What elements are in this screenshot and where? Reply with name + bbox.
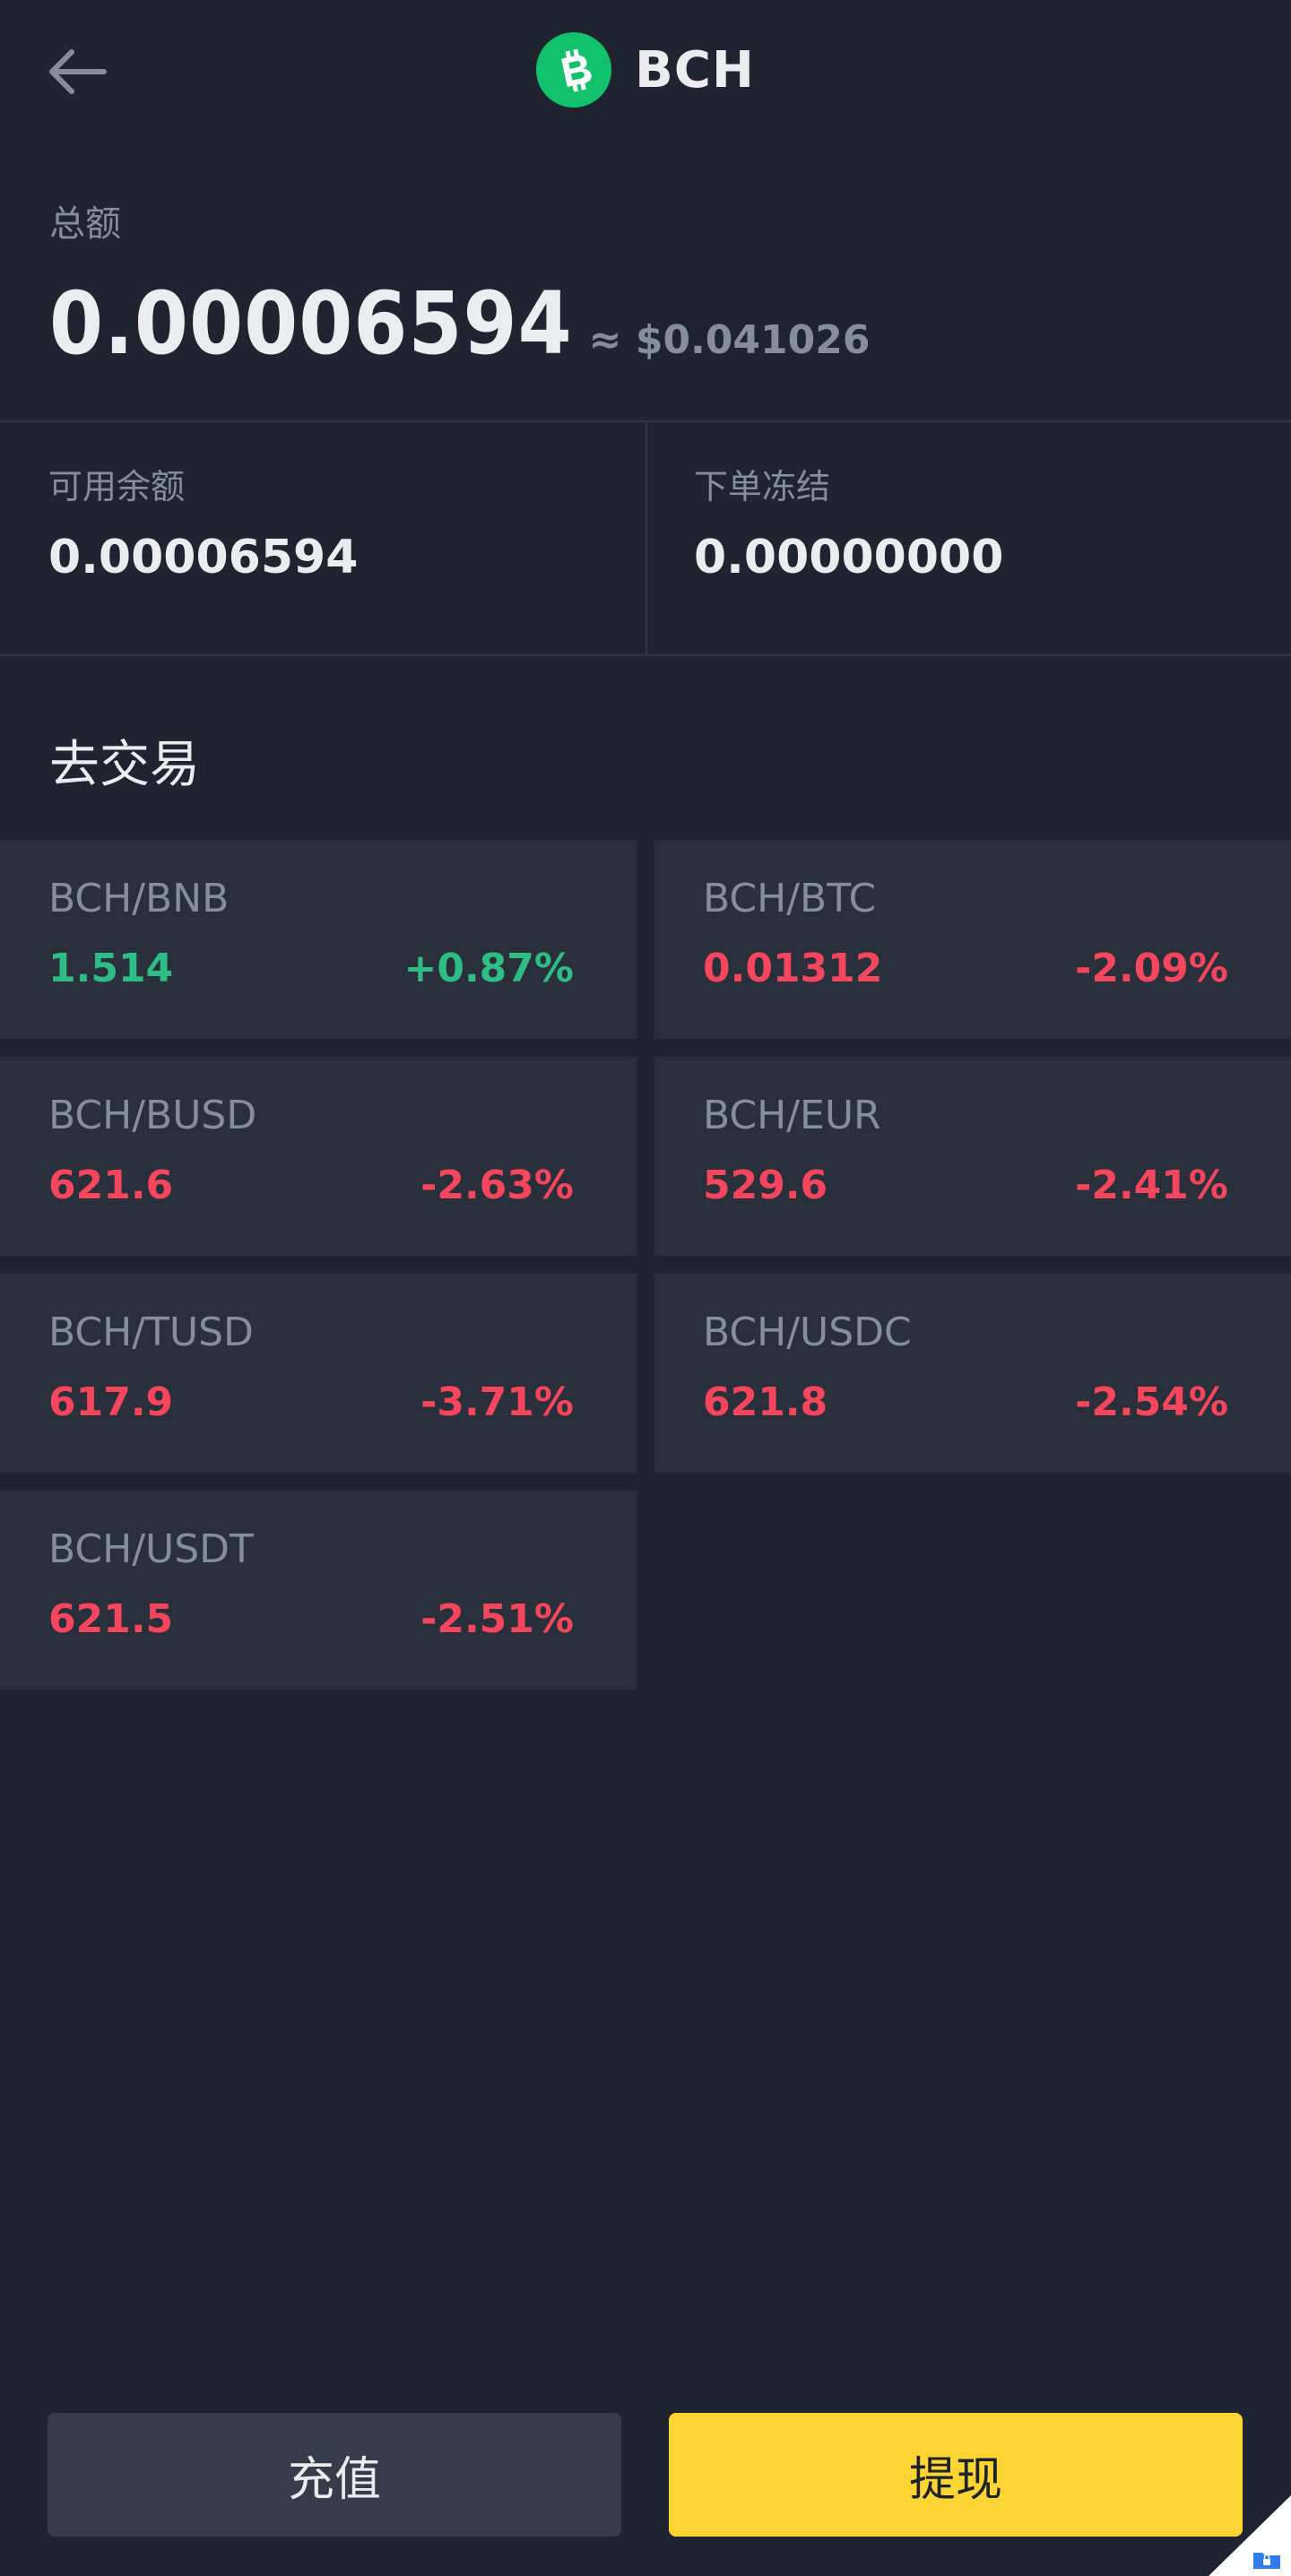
pair-price: 621.5 [48, 1596, 174, 1642]
total-row: 0.00006594 ≈ $0.041026 [49, 273, 870, 374]
bitcoin-cash-icon [536, 32, 612, 108]
pair-card-bch-tusd[interactable]: BCH/TUSD 617.9 -3.71% [0, 1274, 637, 1473]
trade-section-title: 去交易 [49, 736, 200, 794]
frozen-balance: 下单冻结 0.00000000 [646, 423, 1291, 654]
pair-name: BCH/BNB [48, 876, 230, 921]
pair-name: BCH/USDT [48, 1526, 254, 1572]
pair-price: 1.514 [48, 946, 174, 991]
pair-change: -2.54% [1075, 1379, 1228, 1425]
pair-name: BCH/BUSD [48, 1093, 257, 1138]
available-balance-value: 0.00006594 [48, 531, 359, 584]
frozen-balance-label: 下单冻结 [694, 467, 831, 506]
pair-price: 529.6 [703, 1163, 828, 1208]
total-value: 0.00006594 [49, 273, 573, 374]
deposit-button[interactable]: 充值 [48, 2413, 621, 2537]
frozen-balance-value: 0.00000000 [694, 531, 1004, 584]
divider [0, 654, 1291, 656]
page-title: BCH [635, 40, 755, 99]
pair-card-bch-busd[interactable]: BCH/BUSD 621.6 -2.63% [0, 1057, 637, 1256]
title-group: BCH [0, 32, 1291, 108]
pair-price: 621.6 [48, 1163, 174, 1208]
total-label: 总额 [49, 203, 121, 245]
pair-price: 621.8 [703, 1379, 828, 1425]
pair-card-bch-eur[interactable]: BCH/EUR 529.6 -2.41% [654, 1057, 1291, 1256]
pair-card-bch-usdt[interactable]: BCH/USDT 621.5 -2.51% [0, 1491, 637, 1690]
pair-price: 617.9 [48, 1379, 174, 1425]
available-balance-label: 可用余额 [48, 467, 186, 506]
pair-change: -2.41% [1075, 1163, 1228, 1208]
total-section: 总额 0.00006594 ≈ $0.041026 [0, 148, 1291, 421]
withdraw-button[interactable]: 提现 [669, 2413, 1243, 2537]
available-balance: 可用余额 0.00006594 [0, 423, 646, 654]
header: BCH [0, 0, 1291, 148]
pair-change: -2.51% [420, 1596, 574, 1642]
pair-card-bch-btc[interactable]: BCH/BTC 0.01312 -2.09% [654, 840, 1291, 1039]
pair-name: BCH/USDC [703, 1310, 912, 1355]
pair-name: BCH/EUR [703, 1093, 881, 1138]
corner-badge [1209, 2495, 1291, 2576]
divider [0, 420, 1291, 422]
pair-change: -2.09% [1075, 946, 1228, 991]
balances-section: 可用余额 0.00006594 下单冻结 0.00000000 [0, 423, 1291, 654]
pair-card-bch-usdc[interactable]: BCH/USDC 621.8 -2.54% [654, 1274, 1291, 1473]
pair-name: BCH/BTC [703, 876, 877, 921]
pair-change: +0.87% [403, 946, 574, 991]
pair-change: -3.71% [420, 1379, 574, 1425]
pair-change: -2.63% [420, 1163, 574, 1208]
pair-card-bch-bnb[interactable]: BCH/BNB 1.514 +0.87% [0, 840, 637, 1039]
total-usd-approx: ≈ $0.041026 [588, 317, 871, 363]
pair-price: 0.01312 [703, 946, 883, 991]
pair-name: BCH/TUSD [48, 1310, 254, 1355]
